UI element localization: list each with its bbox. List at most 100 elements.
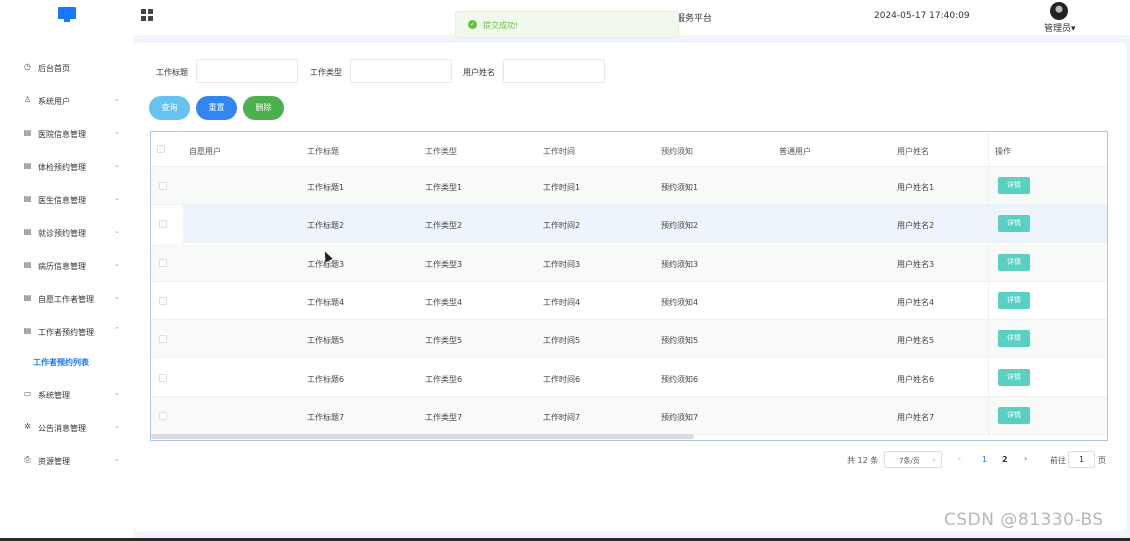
sidebar-item[interactable]: ♙ 系统用户 ⌄ [0, 84, 133, 117]
sidebar-item[interactable]: ⎙ 资源管理 ⌄ [0, 444, 133, 477]
table-row[interactable]: 工作标题6 工作类型6 工作时间6 预约须知6 用户姓名6 详情 [151, 359, 1107, 397]
chevron-up-icon: ⌃ [114, 326, 120, 334]
sidebar-subitem-worker-booking-list[interactable]: 工作者预约列表 [9, 348, 133, 376]
goto-label: 前往 [1050, 456, 1066, 465]
table-cell-name: 用户姓名1 [897, 183, 935, 192]
chevron-down-icon: ⌄ [114, 293, 120, 301]
sidebar-item[interactable]: ▤ 医生信息管理 ⌄ [0, 183, 133, 216]
name-label: 用户姓名 [463, 68, 495, 77]
chevron-down-icon: ⌄ [114, 95, 120, 103]
row-checkbox[interactable] [159, 220, 167, 229]
sidebar-item-label: 后台首页 [38, 64, 70, 73]
table-cell-time: 工作时间7 [543, 412, 581, 422]
page-size-value: 7条/页 [899, 457, 920, 465]
data-table: 自愿用户 工作标题 工作类型 工作时间 预约须知 普通用户 用户姓名 操作 工作… [150, 131, 1108, 441]
chevron-down-icon: ⌄ [931, 455, 937, 463]
user-menu[interactable]: 管理员▾ [1044, 21, 1076, 34]
sidebar-item-label: 病历信息管理 [38, 262, 86, 271]
table-row[interactable]: 工作标题2 工作类型2 工作时间2 预约须知2 用户姓名2 详情 [151, 205, 1107, 244]
card-icon: ▤ [23, 227, 32, 236]
chevron-down-icon: ⌄ [114, 227, 120, 235]
table-cell-time: 工作时间4 [543, 297, 581, 307]
table-cell-notice: 预约须知1 [661, 183, 699, 192]
sidebar-item[interactable]: ▤ 工作者预约管理 ⌃ [0, 315, 133, 348]
reset-button[interactable]: 重置 [196, 96, 237, 120]
table-cell-title: 工作标题7 [307, 412, 345, 422]
total-count: 共 12 条 [847, 456, 879, 465]
sidebar-item-label: 工作者预约管理 [38, 328, 94, 337]
chevron-down-icon: ⌄ [114, 422, 120, 430]
table-cell-notice: 预约须知7 [661, 412, 699, 422]
table-row[interactable]: 工作标题1 工作类型1 工作时间1 预约须知1 用户姓名1 详情 [151, 167, 1107, 205]
column-header: 工作时间 [543, 147, 575, 156]
row-checkbox[interactable] [159, 182, 167, 190]
check-circle-icon: ✓ [468, 20, 477, 29]
type-input[interactable] [350, 59, 452, 83]
table-cell-notice: 预约须知5 [661, 336, 699, 346]
printer-icon: ⎙ [24, 455, 31, 464]
chevron-down-icon: ▾ [1071, 24, 1076, 34]
sidebar-item[interactable]: ▭ 系统管理 ⌄ [0, 378, 133, 411]
table-cell-time: 工作时间6 [543, 374, 581, 384]
type-label: 工作类型 [310, 68, 342, 77]
query-button[interactable]: 查询 [149, 96, 190, 120]
sidebar-item[interactable]: ▤ 病历信息管理 ⌄ [0, 249, 133, 282]
column-header: 用户姓名 [897, 147, 929, 156]
pagination: 共 12 条 7条/页 ⌄ ‹ 1 2 › 前往 1 页 [133, 451, 1126, 469]
sidebar-item-label: 体检预约管理 [38, 163, 86, 172]
table-cell-type: 工作类型7 [425, 412, 463, 422]
table-row[interactable]: 工作标题3 工作类型3 工作时间3 预约须知3 用户姓名3 详情 [151, 243, 1107, 282]
goto-page-input[interactable]: 1 [1068, 451, 1095, 468]
title-input[interactable] [196, 59, 298, 83]
table-cell-title: 工作标题6 [307, 374, 345, 384]
watermark: CSDN @81330-BS [944, 510, 1104, 530]
table-cell-notice: 预约须知4 [661, 297, 699, 307]
card-icon: ▤ [23, 326, 32, 335]
sidebar-item[interactable]: ▤ 体检预约管理 ⌄ [0, 150, 133, 183]
table-cell-type: 工作类型2 [425, 221, 463, 231]
sidebar-item[interactable]: ▤ 就诊预约管理 ⌄ [0, 216, 133, 249]
table-cell-time: 工作时间1 [543, 183, 581, 192]
table-cell-type: 工作类型6 [425, 374, 463, 384]
sidebar-item[interactable]: ✲ 公告消息管理 ⌄ [0, 411, 133, 444]
row-gutter [151, 205, 183, 244]
table-cell-notice: 预约须知2 [661, 221, 699, 231]
table-row[interactable]: 工作标题4 工作类型4 工作时间4 预约须知4 用户姓名4 详情 [151, 282, 1107, 320]
prev-page-button[interactable]: ‹ [958, 454, 961, 463]
row-checkbox[interactable] [159, 335, 167, 344]
table-row[interactable]: 工作标题7 工作类型7 工作时间7 预约须知7 用户姓名7 详情 [151, 396, 1107, 435]
page-number-1[interactable]: 1 [982, 455, 987, 464]
row-checkbox[interactable] [159, 373, 167, 382]
title-label: 工作标题 [156, 68, 188, 77]
avatar[interactable] [1050, 2, 1068, 20]
table-cell-name: 用户姓名6 [897, 374, 935, 384]
page-number-2[interactable]: 2 [1002, 455, 1008, 464]
grid-menu-icon[interactable] [141, 9, 153, 21]
table-cell-type: 工作类型5 [425, 336, 463, 346]
row-checkbox[interactable] [159, 258, 167, 267]
table-cell-time: 工作时间2 [543, 221, 581, 231]
table-cell-name: 用户姓名5 [897, 336, 935, 346]
clock-icon: ◷ [24, 62, 31, 71]
row-checkbox[interactable] [159, 411, 167, 420]
table-cell-notice: 预约须知3 [661, 259, 699, 269]
table-cell-title: 工作标题5 [307, 336, 345, 346]
select-all-checkbox[interactable] [157, 145, 165, 153]
sidebar-item-label: 就诊预约管理 [38, 229, 86, 238]
horizontal-scrollbar[interactable] [151, 434, 694, 439]
next-page-button[interactable]: › [1024, 454, 1027, 463]
sidebar-item[interactable]: ◷ 后台首页 [0, 51, 133, 84]
sidebar-item-label: 自愿工作者管理 [38, 295, 94, 304]
delete-button[interactable]: 删除 [243, 96, 284, 120]
name-input[interactable] [503, 59, 605, 83]
sidebar-item[interactable]: ▤ 医院信息管理 ⌄ [0, 117, 133, 150]
card-icon: ▤ [23, 260, 32, 269]
page-size-select[interactable]: 7条/页 ⌄ [884, 451, 942, 468]
operation-column [988, 132, 1107, 440]
table-row[interactable]: 工作标题5 工作类型5 工作时间5 预约须知5 用户姓名5 详情 [151, 320, 1107, 359]
chevron-down-icon: ⌄ [114, 455, 120, 463]
row-checkbox[interactable] [159, 296, 167, 305]
search-form: 工作标题 工作类型 用户姓名 [133, 59, 1126, 83]
user-icon: ♙ [23, 95, 32, 104]
sidebar-item[interactable]: ▤ 自愿工作者管理 ⌄ [0, 282, 133, 315]
